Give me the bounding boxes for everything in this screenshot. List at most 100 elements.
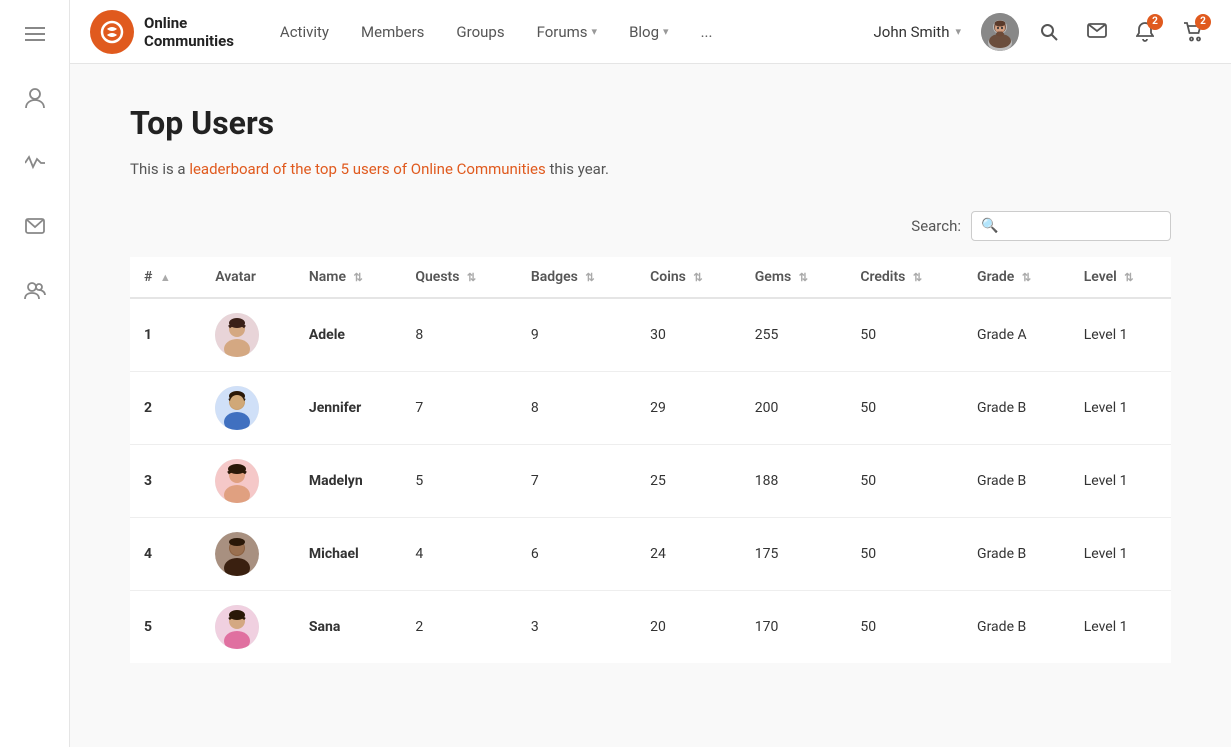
leaderboard-link[interactable]: leaderboard of the top 5 users of Online… xyxy=(189,160,545,178)
avatar[interactable] xyxy=(981,13,1019,51)
cell-level: Level 1 xyxy=(1070,444,1171,517)
cell-grade: Grade B xyxy=(963,590,1070,663)
logo-text: Online Communities xyxy=(144,14,234,50)
nav-forums[interactable]: Forums ▾ xyxy=(521,15,613,49)
table-row: 2 Jennifer 7 8 29 200 50 Grade B Level 1 xyxy=(130,371,1171,444)
cell-gems: 255 xyxy=(741,298,847,372)
sort-gems-icon: ⇅ xyxy=(799,271,808,284)
col-coins[interactable]: Coins ⇅ xyxy=(636,257,741,298)
cell-level: Level 1 xyxy=(1070,371,1171,444)
sidebar-activity-icon[interactable] xyxy=(17,144,53,180)
cell-name: Jennifer xyxy=(295,371,401,444)
sidebar-menu-icon[interactable] xyxy=(17,16,53,52)
cell-coins: 20 xyxy=(636,590,741,663)
sidebar-user-icon[interactable] xyxy=(17,80,53,116)
table-row: 4 Michael 4 6 24 175 50 Grade B Level 1 xyxy=(130,517,1171,590)
col-level[interactable]: Level ⇅ xyxy=(1070,257,1171,298)
nav-more[interactable]: ... xyxy=(685,15,729,49)
cell-credits: 50 xyxy=(846,444,963,517)
col-name[interactable]: Name ⇅ xyxy=(295,257,401,298)
cell-avatar xyxy=(201,371,295,444)
cell-coins: 30 xyxy=(636,298,741,372)
cell-level: Level 1 xyxy=(1070,517,1171,590)
cell-rank: 4 xyxy=(130,517,201,590)
cell-credits: 50 xyxy=(846,590,963,663)
sort-level-icon: ⇅ xyxy=(1124,271,1133,284)
table-row: 1 Adele 8 9 30 255 50 Grade A Level 1 xyxy=(130,298,1171,372)
col-rank[interactable]: # ▲ xyxy=(130,257,201,298)
forums-chevron-icon: ▾ xyxy=(592,25,598,38)
sort-credits-icon: ⇅ xyxy=(913,271,922,284)
cell-avatar xyxy=(201,444,295,517)
cell-gems: 200 xyxy=(741,371,847,444)
sidebar-mail-icon[interactable] xyxy=(17,208,53,244)
cell-credits: 50 xyxy=(846,517,963,590)
cell-rank: 2 xyxy=(130,371,201,444)
cell-credits: 50 xyxy=(846,371,963,444)
table-row: 3 Madelyn 5 7 25 188 50 Grade B Level 1 xyxy=(130,444,1171,517)
sort-coins-icon: ⇅ xyxy=(693,271,702,284)
cell-name: Madelyn xyxy=(295,444,401,517)
cell-avatar xyxy=(201,517,295,590)
cell-level: Level 1 xyxy=(1070,590,1171,663)
search-icon: 🔍 xyxy=(981,218,998,234)
sort-rank-icon: ▲ xyxy=(160,271,171,284)
cell-grade: Grade A xyxy=(963,298,1070,372)
messages-button[interactable] xyxy=(1079,14,1115,50)
col-quests[interactable]: Quests ⇅ xyxy=(401,257,517,298)
cell-rank: 3 xyxy=(130,444,201,517)
sort-badges-icon: ⇅ xyxy=(585,271,594,284)
cell-avatar xyxy=(201,590,295,663)
cell-level: Level 1 xyxy=(1070,298,1171,372)
col-credits[interactable]: Credits ⇅ xyxy=(846,257,963,298)
page-subtitle: This is a leaderboard of the top 5 users… xyxy=(130,158,1171,181)
cell-badges: 9 xyxy=(517,298,636,372)
cell-gems: 170 xyxy=(741,590,847,663)
sort-quests-icon: ⇅ xyxy=(467,271,476,284)
col-grade[interactable]: Grade ⇅ xyxy=(963,257,1070,298)
nav-activity[interactable]: Activity xyxy=(264,15,345,49)
cell-credits: 50 xyxy=(846,298,963,372)
table-row: 5 Sana 2 3 20 170 50 Grade B Level 1 xyxy=(130,590,1171,663)
cell-quests: 4 xyxy=(401,517,517,590)
col-gems[interactable]: Gems ⇅ xyxy=(741,257,847,298)
cell-gems: 175 xyxy=(741,517,847,590)
cell-name: Michael xyxy=(295,517,401,590)
cell-quests: 7 xyxy=(401,371,517,444)
cell-badges: 7 xyxy=(517,444,636,517)
notifications-button[interactable]: 2 xyxy=(1127,14,1163,50)
logo-area[interactable]: Online Communities xyxy=(90,10,234,54)
logo-icon xyxy=(90,10,134,54)
user-chevron-icon: ▾ xyxy=(955,25,961,38)
sidebar-group-icon[interactable] xyxy=(17,272,53,308)
nav-groups[interactable]: Groups xyxy=(440,15,520,49)
page-title: Top Users xyxy=(130,104,1171,142)
cell-badges: 3 xyxy=(517,590,636,663)
sort-name-icon: ⇅ xyxy=(353,271,362,284)
nav-blog[interactable]: Blog ▾ xyxy=(613,15,685,49)
user-area[interactable]: John Smith ▾ xyxy=(873,23,961,41)
topnav: Online Communities Activity Members Grou… xyxy=(70,0,1231,64)
cell-quests: 8 xyxy=(401,298,517,372)
cell-badges: 8 xyxy=(517,371,636,444)
cell-grade: Grade B xyxy=(963,371,1070,444)
data-table: # ▲ Avatar Name ⇅ Quests ⇅ Badges ⇅ Coin… xyxy=(130,257,1171,663)
search-input[interactable] xyxy=(971,211,1171,241)
search-button[interactable] xyxy=(1031,14,1067,50)
blog-chevron-icon: ▾ xyxy=(663,25,669,38)
search-label: Search: xyxy=(911,217,961,235)
user-name: John Smith xyxy=(873,23,949,41)
main-wrapper: Online Communities Activity Members Grou… xyxy=(70,0,1231,747)
notifications-badge: 2 xyxy=(1147,14,1163,30)
cell-name: Adele xyxy=(295,298,401,372)
nav-members[interactable]: Members xyxy=(345,15,440,49)
col-badges[interactable]: Badges ⇅ xyxy=(517,257,636,298)
cart-button[interactable]: 2 xyxy=(1175,14,1211,50)
page-content: Top Users This is a leaderboard of the t… xyxy=(70,64,1231,747)
table-header: # ▲ Avatar Name ⇅ Quests ⇅ Badges ⇅ Coin… xyxy=(130,257,1171,298)
col-avatar: Avatar xyxy=(201,257,295,298)
cell-name: Sana xyxy=(295,590,401,663)
cell-rank: 1 xyxy=(130,298,201,372)
cell-coins: 29 xyxy=(636,371,741,444)
table-body: 1 Adele 8 9 30 255 50 Grade A Level 1 2 … xyxy=(130,298,1171,663)
